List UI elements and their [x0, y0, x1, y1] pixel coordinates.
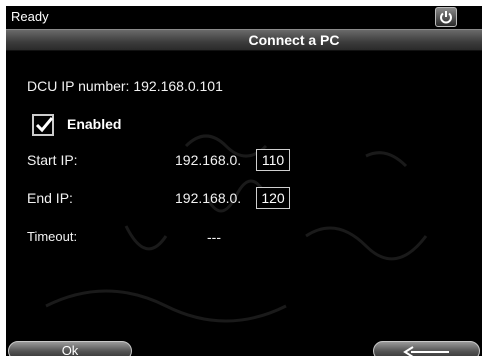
page-title: Connect a PC: [248, 32, 340, 48]
start-ip-label: Start IP:: [27, 152, 78, 168]
back-button[interactable]: [373, 341, 480, 356]
power-icon: [440, 11, 452, 24]
end-ip-label: End IP:: [27, 190, 73, 206]
end-ip-input[interactable]: 120: [256, 187, 290, 209]
enabled-checkbox[interactable]: [32, 114, 54, 136]
enabled-label: Enabled: [67, 116, 122, 132]
start-ip-prefix: 192.168.0.: [175, 152, 242, 168]
dcu-ip-label: DCU IP number: 192.168.0.101: [27, 78, 223, 94]
device-screen: Ready Connect a PC DCU IP number: 192.16…: [6, 6, 482, 356]
power-button[interactable]: [435, 7, 457, 27]
ok-button[interactable]: Ok: [8, 341, 132, 356]
end-ip-prefix: 192.168.0.: [175, 190, 242, 206]
title-bar: Connect a PC: [6, 29, 482, 51]
status-bar: Ready: [6, 6, 482, 28]
timeout-label: Timeout:: [27, 229, 78, 244]
checkmark-icon: [35, 117, 53, 133]
background-texture: [45, 134, 428, 323]
status-text: Ready: [11, 9, 49, 24]
timeout-value: ---: [207, 229, 221, 245]
start-ip-input[interactable]: 110: [256, 149, 290, 171]
back-arrow-icon: [403, 346, 449, 356]
